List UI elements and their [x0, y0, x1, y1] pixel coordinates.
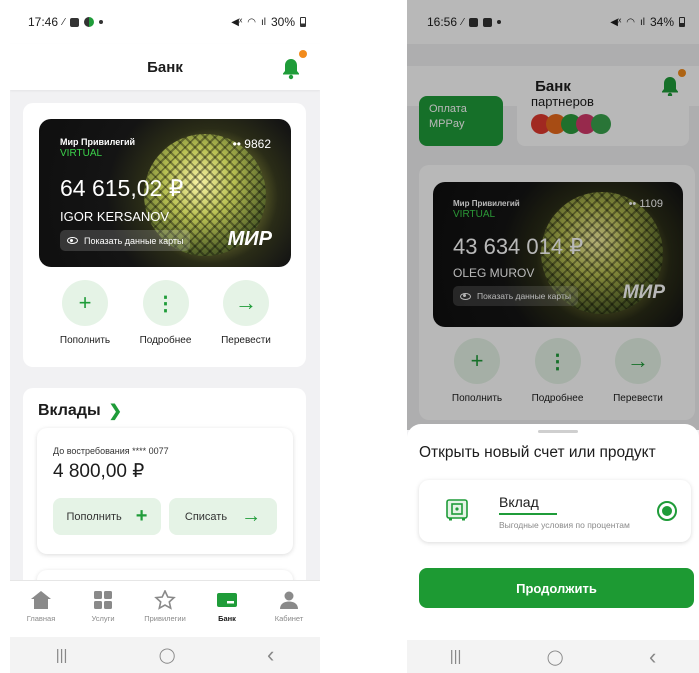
home-icon	[31, 591, 51, 609]
tab-privileges-label: Привилегии	[144, 614, 186, 623]
card-holder: IGOR KERSANOV	[60, 209, 170, 224]
plus-icon: +	[62, 280, 108, 326]
product-underline	[499, 513, 557, 515]
sheet-handle[interactable]	[538, 430, 578, 433]
card-brand: Мир Привилегий	[60, 137, 136, 147]
card-balance: 64 615,02 ₽	[60, 175, 184, 201]
wifi-icon: ◠	[247, 16, 256, 28]
show-card-data-label: Показать данные карты	[84, 235, 184, 246]
status-time: 17:46	[28, 15, 59, 29]
grid-icon	[94, 591, 112, 609]
left-phone-screen: 17:46 ⁄ ◀ˣ ◠ ıl 30% Банк Мир Привилегий …	[10, 0, 320, 673]
recents-icon[interactable]: |||	[450, 648, 462, 665]
page-title: Банк	[147, 58, 183, 76]
tab-services-label: Услуги	[91, 614, 115, 623]
deposit-topup-label: Пополнить	[66, 510, 122, 523]
tab-services[interactable]: Услуги	[73, 581, 133, 637]
product-title: Вклад	[499, 494, 539, 510]
details-action[interactable]: ⋮ Подробнее	[134, 280, 198, 346]
card-number: •• 9862	[232, 137, 271, 151]
tab-home[interactable]: Главная	[11, 581, 71, 637]
status-bar: 17:46 ⁄ ◀ˣ ◠ ıl 30%	[10, 0, 320, 44]
back-icon[interactable]: ‹	[267, 642, 274, 668]
bank-card-icon	[217, 593, 237, 607]
deposits-title: Вклады	[38, 402, 101, 419]
bell-icon[interactable]	[280, 56, 302, 80]
deposits-panel: Вклады ❯ До востребования **** 0077 4 80…	[23, 388, 306, 610]
card-actions: + Пополнить ⋮ Подробнее → Перевести	[53, 280, 278, 346]
sheet-title: Открыть новый счет или продукт	[419, 444, 656, 461]
more-vertical-icon: ⋮	[142, 280, 189, 326]
notification-badge	[299, 50, 307, 58]
bluetooth-icon: ⁄	[63, 16, 65, 28]
home-button-icon[interactable]: ◯	[159, 646, 176, 664]
signal-icon: ıl	[260, 16, 266, 28]
tab-bar: Главная Услуги Привилегии Банк Кабинет	[10, 580, 320, 637]
back-icon[interactable]: ‹	[649, 644, 656, 670]
card-panel: Мир Привилегий VIRTUAL •• 9862 64 615,02…	[23, 103, 306, 367]
right-phone-screen: 16:56 ⁄ ◀ˣ ◠ ıl 34% Банк Оплата MPPay па…	[407, 0, 699, 673]
topup-label: Пополнить	[59, 335, 111, 346]
continue-label: Продолжить	[516, 580, 597, 596]
deposit-card[interactable]: До востребования **** 0077 4 800,00 ₽ По…	[37, 428, 293, 554]
topup-action[interactable]: + Пополнить	[53, 280, 117, 346]
continue-button[interactable]: Продолжить	[419, 568, 694, 608]
eye-icon	[67, 237, 78, 244]
battery-icon	[300, 17, 306, 27]
product-option-deposit[interactable]: Вклад Выгодные условия по процентам	[419, 480, 691, 542]
mir-logo: МИР	[227, 228, 272, 250]
card-type: VIRTUAL	[60, 147, 103, 159]
system-nav-bar: ||| ◯ ‹	[407, 640, 699, 673]
tab-bank[interactable]: Банк	[197, 581, 257, 637]
app-header: Банк	[10, 44, 320, 90]
recents-icon[interactable]: |||	[56, 647, 68, 664]
details-label: Подробнее	[139, 335, 192, 346]
tab-home-label: Главная	[26, 614, 56, 623]
product-radio-selected[interactable]	[657, 501, 677, 521]
arrow-right-icon: →	[223, 280, 269, 326]
deposit-withdraw-button[interactable]: Списать →	[169, 498, 277, 535]
deposit-topup-button[interactable]: Пополнить +	[53, 498, 161, 535]
safe-icon	[446, 499, 468, 521]
tab-privileges[interactable]: Привилегии	[135, 581, 195, 637]
battery-level: 30%	[270, 15, 295, 29]
product-subtitle: Выгодные условия по процентам	[499, 520, 630, 530]
tab-bank-label: Банк	[218, 614, 236, 623]
app-notification-icon	[83, 17, 94, 27]
tab-cabinet[interactable]: Кабинет	[259, 581, 319, 637]
bank-card[interactable]: Мир Привилегий VIRTUAL •• 9862 64 615,02…	[39, 119, 291, 267]
mute-icon: ◀ˣ	[231, 16, 243, 28]
deposit-label: До востребования **** 0077	[53, 446, 169, 456]
gallery-icon	[69, 17, 79, 27]
show-card-data-button[interactable]: Показать данные карты	[60, 230, 191, 251]
tab-cabinet-label: Кабинет	[274, 614, 304, 623]
arrow-right-icon: →	[241, 505, 262, 527]
modal-overlay[interactable]	[407, 0, 699, 430]
deposit-amount: 4 800,00 ₽	[53, 461, 145, 482]
plus-icon: +	[135, 505, 148, 527]
system-nav-bar: ||| ◯ ‹	[10, 637, 320, 673]
new-product-sheet: Открыть новый счет или продукт Вклад Выг…	[407, 424, 699, 673]
chevron-right-icon: ❯	[108, 403, 123, 420]
dot-icon	[98, 20, 103, 24]
deposits-header[interactable]: Вклады ❯	[38, 401, 122, 421]
transfer-label: Перевести	[221, 335, 271, 346]
profile-icon	[280, 591, 298, 609]
home-button-icon[interactable]: ◯	[547, 648, 564, 666]
star-icon	[154, 590, 176, 610]
deposit-withdraw-label: Списать	[184, 510, 228, 523]
transfer-action[interactable]: → Перевести	[214, 280, 278, 346]
